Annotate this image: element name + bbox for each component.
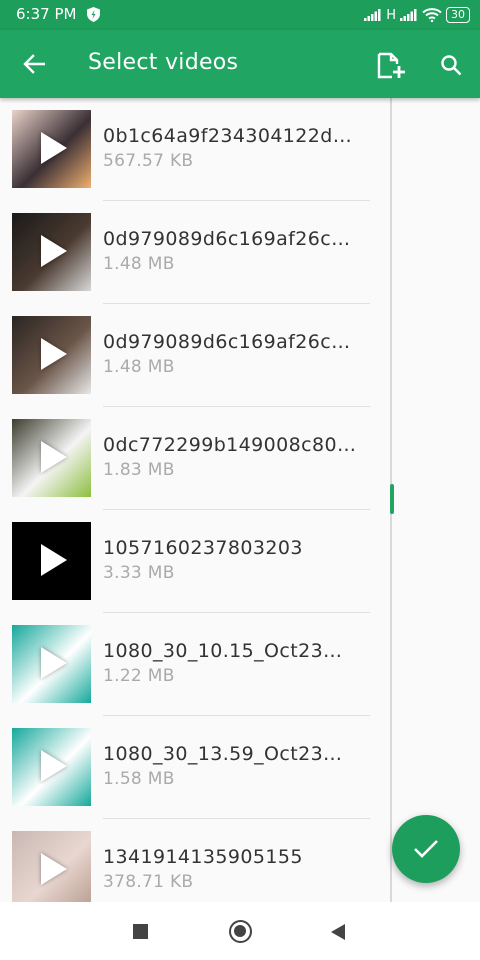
play-icon <box>41 235 67 267</box>
back-button[interactable] <box>14 44 54 84</box>
system-nav-bar <box>0 902 480 960</box>
signal-icon-2 <box>400 9 417 21</box>
page-title: Select videos <box>88 50 239 75</box>
nav-back-icon[interactable] <box>331 924 345 940</box>
play-icon <box>41 544 67 576</box>
video-item[interactable]: 0dc772299b149008c80… 1.83 MB <box>0 407 390 510</box>
scrollbar-thumb[interactable] <box>390 484 394 514</box>
video-name: 1341914135905155 <box>103 846 303 868</box>
video-size: 1.48 MB <box>103 357 175 377</box>
video-item[interactable]: 1080_30_13.59_Oct23… 1.58 MB <box>0 716 390 819</box>
video-item[interactable]: 0b1c64a9f234304122d… 567.57 KB <box>0 98 390 201</box>
play-icon <box>41 750 67 782</box>
video-item[interactable]: 1341914135905155 378.71 KB <box>0 819 390 902</box>
video-size: 567.57 KB <box>103 151 194 171</box>
video-thumbnail <box>12 625 91 703</box>
video-item[interactable]: 0d979089d6c169af26c… 1.48 MB <box>0 304 390 407</box>
video-thumbnail <box>12 522 91 600</box>
search-button[interactable] <box>430 44 472 86</box>
video-name: 0d979089d6c169af26c… <box>103 331 351 353</box>
video-name: 0d979089d6c169af26c… <box>103 228 351 250</box>
home-icon[interactable] <box>229 920 252 943</box>
recent-apps-icon[interactable] <box>133 924 148 939</box>
play-icon <box>41 441 67 473</box>
video-thumbnail <box>12 316 91 394</box>
arrow-back-icon <box>23 54 45 74</box>
video-size: 378.71 KB <box>103 872 194 892</box>
video-thumbnail <box>12 110 91 188</box>
side-panel <box>392 98 480 902</box>
video-list[interactable]: 0b1c64a9f234304122d… 567.57 KB 0d979089d… <box>0 98 390 902</box>
video-size: 1.48 MB <box>103 254 175 274</box>
signal-icon <box>364 9 381 21</box>
video-name: 1057160237803203 <box>103 537 303 559</box>
add-file-button[interactable] <box>370 44 412 86</box>
play-icon <box>41 853 67 885</box>
video-size: 3.33 MB <box>103 563 175 583</box>
network-type-label: H <box>386 7 396 23</box>
video-thumbnail <box>12 213 91 291</box>
status-time: 6:37 PM <box>16 5 77 23</box>
status-bar: 6:37 PM H 30 <box>0 0 480 30</box>
check-icon <box>414 840 438 858</box>
play-icon <box>41 132 67 164</box>
app-bar: Select videos <box>0 30 480 98</box>
video-size: 1.83 MB <box>103 460 175 480</box>
video-size: 1.22 MB <box>103 666 175 686</box>
video-name: 0dc772299b149008c80… <box>103 434 357 456</box>
play-icon <box>41 338 67 370</box>
confirm-fab-button[interactable] <box>392 815 460 883</box>
video-name: 0b1c64a9f234304122d… <box>103 125 353 147</box>
search-icon <box>441 55 462 76</box>
video-item[interactable]: 1057160237803203 3.33 MB <box>0 510 390 613</box>
video-item[interactable]: 0d979089d6c169af26c… 1.48 MB <box>0 201 390 304</box>
video-thumbnail <box>12 728 91 806</box>
shield-icon <box>87 7 100 22</box>
play-icon <box>41 647 67 679</box>
wifi-icon <box>422 8 442 22</box>
add-file-icon <box>377 52 405 79</box>
video-item[interactable]: 1080_30_10.15_Oct23… 1.22 MB <box>0 613 390 716</box>
video-size: 1.58 MB <box>103 769 175 789</box>
video-name: 1080_30_10.15_Oct23… <box>103 640 343 662</box>
battery-indicator: 30 <box>446 7 470 23</box>
video-name: 1080_30_13.59_Oct23… <box>103 743 343 765</box>
video-thumbnail <box>12 831 91 902</box>
video-thumbnail <box>12 419 91 497</box>
